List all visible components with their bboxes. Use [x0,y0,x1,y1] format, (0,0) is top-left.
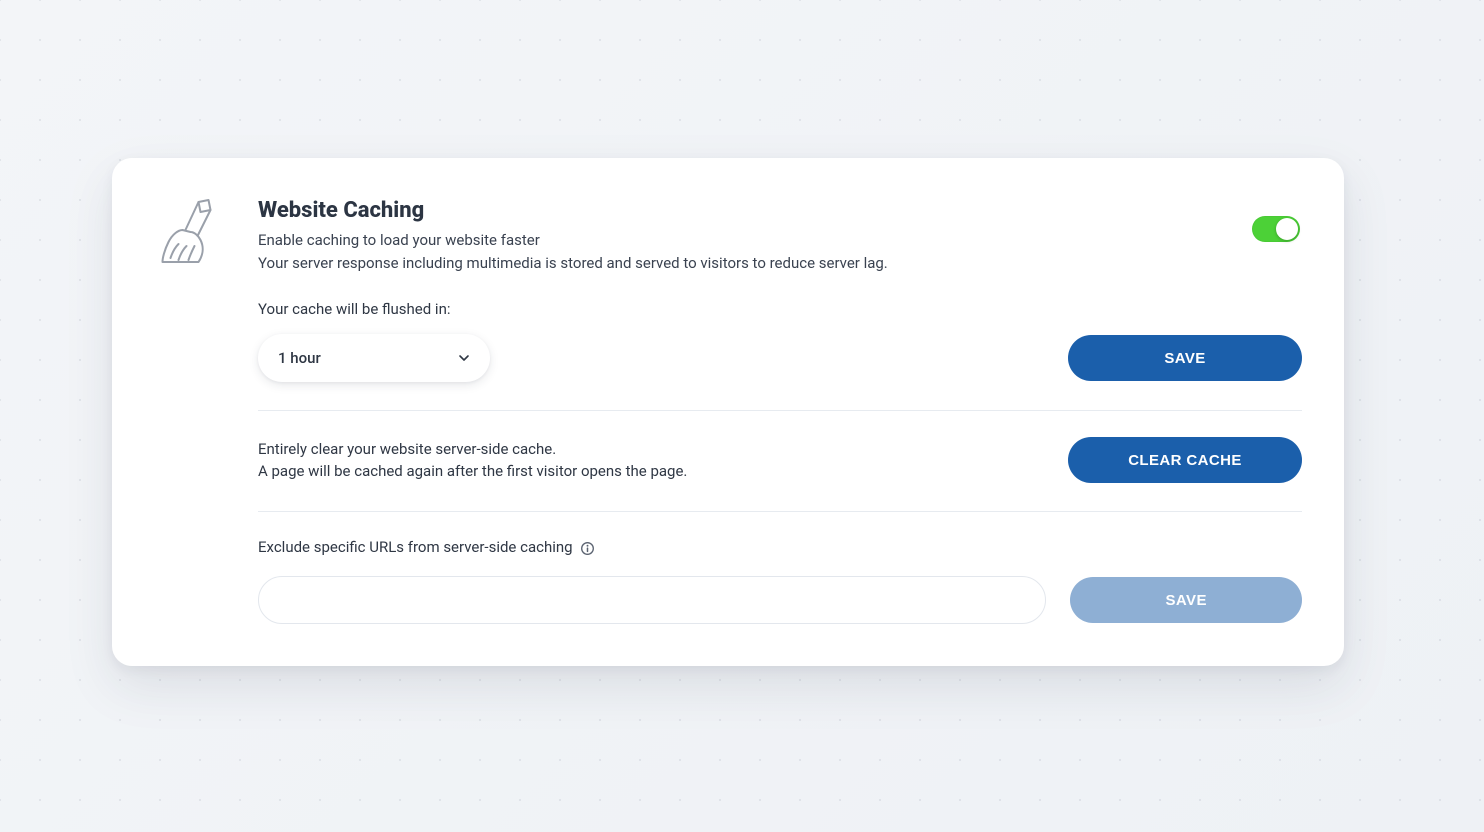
flush-save-button-label: SAVE [1164,350,1205,367]
exclude-label-row: Exclude specific URLs from server-side c… [258,538,1302,556]
flush-row: 1 hour SAVE [258,334,1302,382]
website-caching-card: Website Caching Enable caching to load y… [112,158,1344,666]
card-subtitle-line-1: Enable caching to load your website fast… [258,229,1232,252]
clear-cache-line-2: A page will be cached again after the fi… [258,460,687,483]
toggle-knob [1276,218,1298,240]
flush-save-button[interactable]: SAVE [1068,335,1302,381]
exclude-row: SAVE [258,576,1302,624]
caching-toggle-wrap [1252,198,1302,242]
clear-cache-line-1: Entirely clear your website server-side … [258,438,687,461]
divider [258,511,1302,512]
exclude-label: Exclude specific URLs from server-side c… [258,538,573,556]
card-title: Website Caching [258,198,1232,223]
card-subtitle-line-2: Your server response including multimedi… [258,252,1232,275]
clear-cache-button-label: CLEAR CACHE [1128,452,1242,469]
clear-cache-button[interactable]: CLEAR CACHE [1068,437,1302,483]
card-header-text: Website Caching Enable caching to load y… [258,198,1232,274]
divider [258,410,1302,411]
card-header-row: Website Caching Enable caching to load y… [258,198,1302,274]
card-icon-column [154,198,232,624]
info-icon[interactable] [580,541,595,556]
exclude-url-input[interactable] [258,576,1046,624]
flush-interval-value: 1 hour [278,349,321,367]
exclude-save-button[interactable]: SAVE [1070,577,1302,623]
clear-cache-text: Entirely clear your website server-side … [258,438,687,483]
flush-label: Your cache will be flushed in: [258,300,1302,318]
exclude-section: Exclude specific URLs from server-side c… [258,538,1302,624]
brush-icon [154,251,219,270]
chevron-down-icon [458,352,470,364]
flush-section: Your cache will be flushed in: 1 hour SA… [258,300,1302,382]
card-content: Website Caching Enable caching to load y… [258,198,1302,624]
clear-cache-row: Entirely clear your website server-side … [258,437,1302,483]
flush-interval-select[interactable]: 1 hour [258,334,490,382]
caching-toggle[interactable] [1252,216,1300,242]
exclude-save-button-label: SAVE [1166,592,1207,609]
